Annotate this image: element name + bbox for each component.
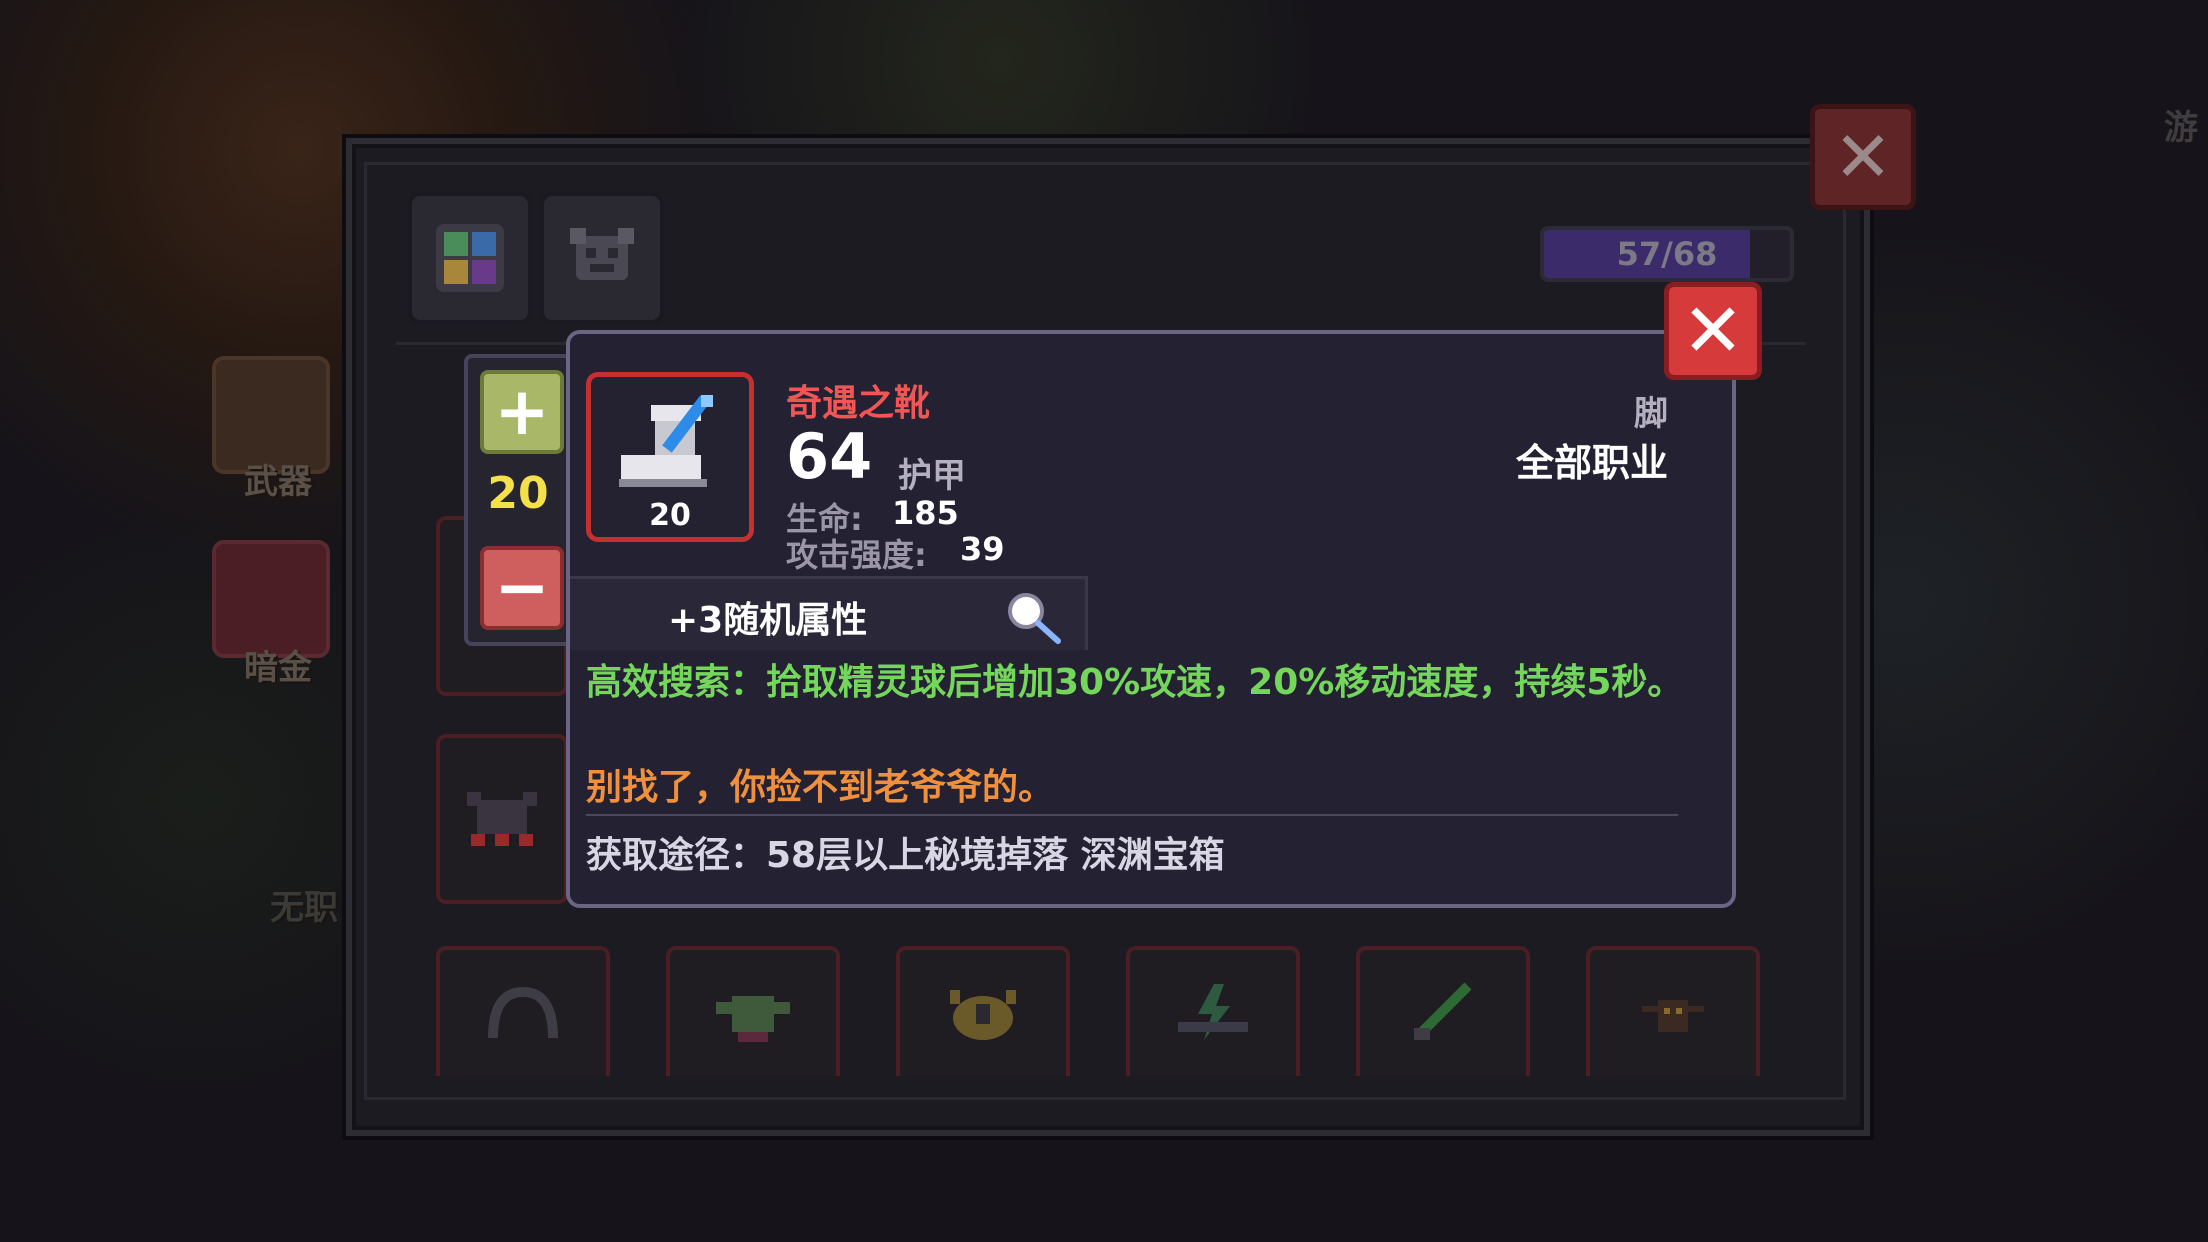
bat-icon: [467, 792, 537, 846]
panel-close-button[interactable]: ✕: [1810, 104, 1916, 210]
equip-slot-bottom[interactable]: [1126, 946, 1300, 1076]
stat-label-attack: 攻击强度:: [786, 536, 927, 574]
equip-slot-bottom[interactable]: [1586, 946, 1760, 1076]
tab-pet[interactable]: [540, 192, 664, 324]
random-attribute-bar[interactable]: +3随机属性: [570, 576, 1088, 650]
bg-label-dark-gold: 暗金: [244, 648, 312, 688]
helmet-icon: [488, 986, 558, 1039]
goblin-icon: [716, 996, 790, 1042]
plus-icon: +: [494, 373, 550, 450]
sword-icon: [1414, 982, 1472, 1040]
equip-slot-type: 脚: [1634, 394, 1668, 434]
decrease-button[interactable]: −: [480, 546, 564, 630]
capacity-bar: 57/68: [1540, 226, 1794, 282]
bg-label-weapon: 武器: [244, 462, 312, 502]
class-restriction: 全部职业: [1515, 441, 1668, 485]
tooltip-close-button[interactable]: ✕: [1664, 282, 1762, 380]
item-level: 20: [649, 498, 691, 533]
tab-grid[interactable]: [408, 192, 532, 324]
item-effect-text: 高效搜索：拾取精灵球后增加30%攻速，20%移动速度，持续5秒。: [586, 662, 1684, 703]
item-icon-frame: 20: [586, 372, 754, 542]
magnifier-icon[interactable]: [1004, 589, 1064, 645]
equip-slot-bottom[interactable]: [896, 946, 1070, 1076]
pet-icon: [570, 228, 634, 280]
increase-button[interactable]: +: [480, 370, 564, 454]
bg-label-corner: 游: [2164, 108, 2198, 148]
item-source-text: 获取途径：58层以上秘境掉落 深渊宝箱: [586, 835, 1225, 876]
stat-value-attack: 39: [960, 530, 1005, 568]
equip-slot-bottom[interactable]: [436, 946, 610, 1076]
game-scene: 武器 暗金 无职 游 ✕ 57/68 + 20 − 20 奇遇之靴 64 护甲 …: [0, 0, 2208, 1242]
armor-value: 64: [786, 420, 873, 493]
spider-icon: [1642, 1000, 1704, 1032]
capacity-text: 57/68: [1616, 235, 1718, 273]
close-icon: ✕: [1833, 116, 1893, 198]
equip-slot-bottom[interactable]: [1356, 946, 1530, 1076]
item-name: 奇遇之靴: [786, 383, 931, 424]
equip-slot-bottom[interactable]: [666, 946, 840, 1076]
quantity-stepper: + 20 −: [464, 354, 572, 646]
beetle-icon: [950, 990, 1016, 1040]
minus-icon: −: [494, 549, 550, 626]
close-icon: ✕: [1681, 288, 1744, 374]
boot-icon: [619, 395, 713, 487]
equip-slot-left[interactable]: [436, 734, 568, 904]
bg-label-other: 无职: [270, 888, 338, 928]
item-flavor-text: 别找了，你捡不到老爷爷的。: [586, 767, 1055, 808]
grid-icon: [436, 224, 504, 292]
lightning-icon: [1178, 984, 1248, 1040]
quantity-value: 20: [487, 468, 549, 519]
tooltip-divider: [586, 814, 1678, 816]
armor-label: 护甲: [898, 456, 966, 496]
stat-value-hp: 185: [892, 494, 959, 532]
random-attribute-text: +3随机属性: [668, 600, 868, 641]
